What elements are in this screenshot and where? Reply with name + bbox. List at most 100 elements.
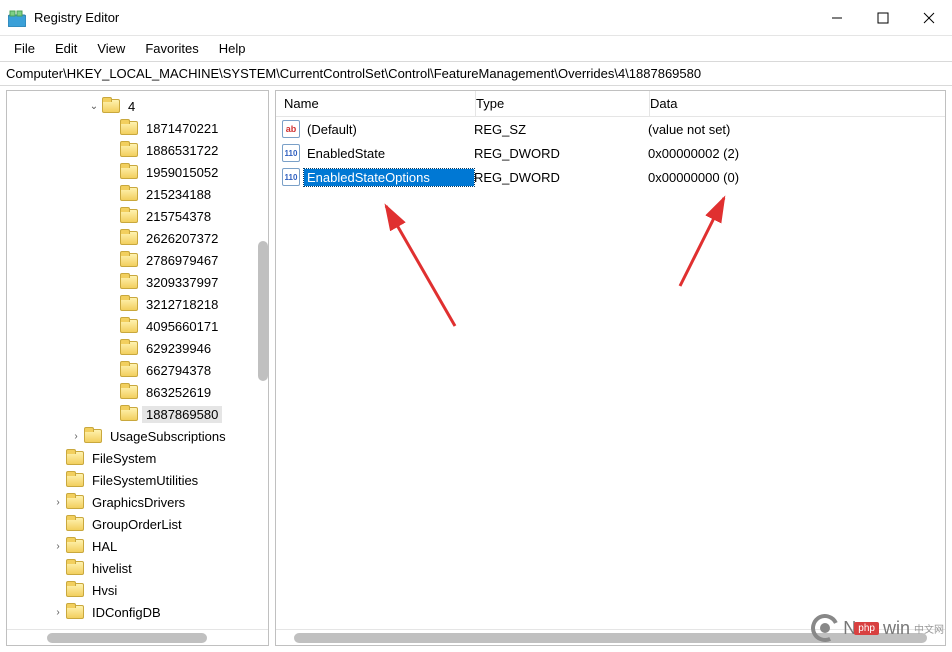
tree-item[interactable]: ›1887869580 [7,403,268,425]
details-header[interactable]: Name Type Data [276,91,945,117]
tree-item[interactable]: ›215754378 [7,205,268,227]
tree-item[interactable]: ›1871470221 [7,117,268,139]
tree-item-label: Hvsi [88,582,121,599]
menu-file[interactable]: File [4,39,45,58]
tree-item[interactable]: ›GraphicsDrivers [7,491,268,513]
watermark: N php win 中文网 [811,614,944,642]
menubar: File Edit View Favorites Help [0,36,952,62]
tree-item-label: 2786979467 [142,252,222,269]
tree-item[interactable]: ›2786979467 [7,249,268,271]
folder-icon [66,495,84,509]
value-row[interactable]: 110EnabledStateREG_DWORD0x00000002 (2) [276,141,945,165]
tree-item[interactable]: › IDConfigDB [7,601,268,623]
menu-edit[interactable]: Edit [45,39,87,58]
tree-item-label: 4 [124,98,139,115]
value-row[interactable]: ab(Default)REG_SZ(value not set) [276,117,945,141]
tree-item[interactable]: ›215234188 [7,183,268,205]
menu-view[interactable]: View [87,39,135,58]
folder-icon [120,143,138,157]
tree-item-label: HAL [88,538,121,555]
menu-help[interactable]: Help [209,39,256,58]
window-title: Registry Editor [34,10,814,25]
tree-item[interactable]: ›662794378 [7,359,268,381]
folder-icon [120,209,138,223]
tree-item[interactable]: ›1886531722 [7,139,268,161]
window-controls [814,0,952,36]
tree-item-label: 863252619 [142,384,215,401]
tree-item[interactable]: ›Hvsi [7,579,268,601]
tree-item-label: 215234188 [142,186,215,203]
folder-icon [102,99,120,113]
value-type: REG_DWORD [474,170,648,185]
folder-icon [66,539,84,553]
folder-icon [66,517,84,531]
tree-item[interactable]: ›GroupOrderList [7,513,268,535]
col-type[interactable]: Type [476,91,650,116]
tree-item-label: 1886531722 [142,142,222,159]
menu-favorites[interactable]: Favorites [135,39,208,58]
value-data: (value not set) [648,122,945,137]
tree-hscrollbar[interactable] [7,629,268,645]
folder-icon [66,605,84,619]
folder-icon [120,253,138,267]
chevron-down-icon[interactable]: ⌄ [87,101,101,112]
tree-item[interactable]: ›FileSystem [7,447,268,469]
dword-value-icon: 110 [282,144,300,162]
chevron-right-icon[interactable]: › [51,497,65,508]
tree-item-label: hivelist [88,560,136,577]
value-name: EnabledStateOptions [304,169,474,186]
close-button[interactable] [906,0,952,36]
col-name[interactable]: Name [276,91,476,116]
address-bar[interactable]: Computer\HKEY_LOCAL_MACHINE\SYSTEM\Curre… [0,62,952,86]
tree-item[interactable]: ›629239946 [7,337,268,359]
value-row[interactable]: 110EnabledStateOptionsREG_DWORD0x0000000… [276,165,945,189]
folder-icon [120,319,138,333]
minimize-button[interactable] [814,0,860,36]
watermark-cn: 中文网 [914,621,944,636]
tree-item[interactable]: ›1959015052 [7,161,268,183]
tree-vscrollbar[interactable] [258,241,268,381]
tree-item-label: UsageSubscriptions [106,428,230,445]
folder-icon [120,165,138,179]
tree-item-label: 215754378 [142,208,215,225]
tree-item[interactable]: › HAL [7,535,268,557]
folder-icon [120,297,138,311]
tree-item-label: 1871470221 [142,120,222,137]
tree-item[interactable]: ⌄4 [7,95,268,117]
chevron-right-icon[interactable]: › [51,541,65,552]
folder-icon [120,275,138,289]
content: ⌄4›1871470221›1886531722›1959015052›2152… [0,86,952,652]
col-data[interactable]: Data [650,91,945,116]
tree-panel: ⌄4›1871470221›1886531722›1959015052›2152… [6,90,269,646]
folder-icon [84,429,102,443]
tree-item-label: 2626207372 [142,230,222,247]
tree-item-label: IDConfigDB [88,604,165,621]
tree-item-label: FileSystemUtilities [88,472,202,489]
tree-item-label: 629239946 [142,340,215,357]
chevron-right-icon[interactable]: › [69,431,83,442]
tree-item[interactable]: ›hivelist [7,557,268,579]
dword-value-icon: 110 [282,168,300,186]
tree[interactable]: ⌄4›1871470221›1886531722›1959015052›2152… [7,91,268,629]
tree-item-label: 1887869580 [142,406,222,423]
tree-item[interactable]: ›863252619 [7,381,268,403]
tree-item[interactable]: ›4095660171 [7,315,268,337]
watermark-php: php [854,622,879,635]
folder-icon [120,407,138,421]
tree-item-label: FileSystem [88,450,160,467]
chevron-right-icon[interactable]: › [51,607,65,618]
details-panel: Name Type Data ab(Default)REG_SZ(value n… [275,90,946,646]
folder-icon [66,473,84,487]
details-list[interactable]: Name Type Data ab(Default)REG_SZ(value n… [276,91,945,629]
watermark-win: win [883,618,910,639]
tree-item[interactable]: › UsageSubscriptions [7,425,268,447]
tree-item[interactable]: ›2626207372 [7,227,268,249]
tree-item[interactable]: ›FileSystemUtilities [7,469,268,491]
tree-item[interactable]: ›3209337997 [7,271,268,293]
folder-icon [120,385,138,399]
folder-icon [120,187,138,201]
maximize-button[interactable] [860,0,906,36]
tree-item-label: GroupOrderList [88,516,186,533]
tree-item[interactable]: ›3212718218 [7,293,268,315]
tree-item-label: 1959015052 [142,164,222,181]
